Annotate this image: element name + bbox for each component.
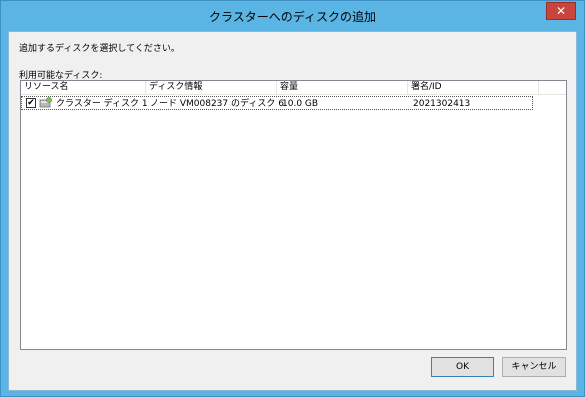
column-header-disk-info[interactable]: ディスク情報 <box>146 81 277 95</box>
title-bar[interactable]: クラスターへのディスクの追加 ✕ <box>1 1 584 31</box>
cancel-button[interactable]: キャンセル <box>502 357 566 377</box>
window-title: クラスターへのディスクの追加 <box>209 10 376 24</box>
column-header-resource-name[interactable]: リソース名 <box>21 81 146 95</box>
checkmark-icon: ✔ <box>27 98 35 108</box>
dialog-window: クラスターへのディスクの追加 ✕ 追加するディスクを選択してください。 利用可能… <box>0 0 585 397</box>
table-row[interactable]: ✔ クラスター ディスク 1 ノード VM008237 のディスク 6 10.0… <box>21 96 533 110</box>
instruction-text: 追加するディスクを選択してください。 <box>19 44 180 54</box>
disk-info-cell: ノード VM008237 のディスク 6 <box>150 99 284 109</box>
ok-button[interactable]: OK <box>431 357 494 377</box>
signature-cell: 2021302413 <box>413 99 471 109</box>
resource-name-cell: クラスター ディスク 1 <box>56 99 148 109</box>
column-header-capacity[interactable]: 容量 <box>277 81 408 95</box>
column-header-signature[interactable]: 署名/ID <box>408 81 539 95</box>
row-checkbox[interactable]: ✔ <box>26 98 36 108</box>
list-header: リソース名 ディスク情報 容量 署名/ID <box>21 81 566 95</box>
disk-list[interactable]: リソース名 ディスク情報 容量 署名/ID ✔ クラスター ディスク 1 ノード… <box>20 80 567 350</box>
disk-icon <box>39 97 52 108</box>
close-button[interactable]: ✕ <box>546 2 576 20</box>
close-icon: ✕ <box>555 4 567 18</box>
dialog-body: 追加するディスクを選択してください。 利用可能なディスク: リソース名 ディスク… <box>8 31 577 391</box>
capacity-cell: 10.0 GB <box>282 99 319 109</box>
